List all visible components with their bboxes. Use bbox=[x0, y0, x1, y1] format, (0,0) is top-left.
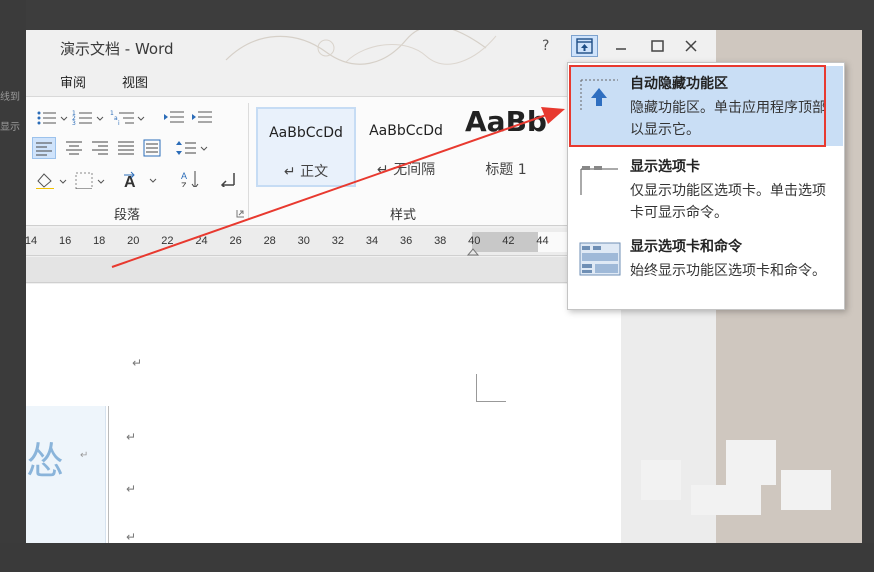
svg-text:Z: Z bbox=[181, 181, 187, 187]
tab-review[interactable]: 审阅 bbox=[60, 72, 86, 91]
text-box-paragraph-mark: ↵ bbox=[80, 450, 89, 461]
help-button[interactable]: ? bbox=[542, 38, 549, 54]
decrease-indent-icon[interactable] bbox=[162, 109, 186, 127]
style-heading-1-sample: AaBb bbox=[465, 105, 547, 138]
style-no-spacing[interactable]: AaBbCcDd ↵ 无间隔 bbox=[356, 107, 456, 187]
maximize-button[interactable] bbox=[644, 35, 670, 57]
paragraph-mark: ↵ bbox=[126, 482, 137, 496]
ruler-tick-label: 40 bbox=[468, 235, 481, 247]
ribbon-display-options-button[interactable] bbox=[571, 35, 598, 57]
minimize-icon bbox=[616, 48, 626, 50]
tab-view[interactable]: 视图 bbox=[122, 72, 148, 91]
align-right-icon[interactable] bbox=[90, 139, 112, 157]
page-corner-mark bbox=[476, 374, 506, 402]
style-heading-1[interactable]: AaBb 标题 1 bbox=[456, 105, 556, 187]
shading-icon[interactable] bbox=[34, 171, 70, 189]
show-paragraph-marks-icon[interactable] bbox=[216, 169, 240, 187]
menu-item-show-tabs-desc: 仅显示功能区选项卡。单击选项卡可显示命令。 bbox=[630, 183, 826, 221]
bullets-icon[interactable] bbox=[36, 109, 70, 127]
text-box-character: 怂 bbox=[26, 439, 65, 483]
sort-icon[interactable]: A Z bbox=[180, 169, 204, 187]
left-strip-text-1: 线到 bbox=[0, 92, 20, 103]
svg-text:i: i bbox=[118, 120, 120, 127]
outer-bottom-bar bbox=[0, 543, 874, 572]
line-spacing-icon[interactable] bbox=[176, 139, 210, 157]
outer-top-bar bbox=[0, 0, 874, 30]
distributed-icon[interactable] bbox=[142, 139, 164, 157]
menu-item-show-tabs[interactable]: 显示选项卡 仅显示功能区选项卡。单击选项卡可显示命令。 bbox=[569, 149, 843, 229]
ruler-tick-label: 36 bbox=[399, 235, 413, 247]
menu-item-show-tabs-title: 显示选项卡 bbox=[630, 159, 700, 175]
numbering-icon[interactable]: 123 bbox=[72, 109, 106, 127]
ruler-tick-label: 44 bbox=[536, 235, 549, 247]
ruler-tick-label: 22 bbox=[161, 235, 174, 247]
style-no-spacing-name: ↵ 无间隔 bbox=[376, 162, 436, 178]
style-no-spacing-sample: AaBbCcDd bbox=[369, 123, 443, 139]
blurred-region bbox=[621, 440, 862, 540]
svg-text:A: A bbox=[181, 171, 187, 181]
styles-gallery: AaBbCcDd ↵ 正文 AaBbCcDd ↵ 无间隔 AaBb 标题 1 bbox=[256, 105, 556, 187]
styles-group-label: 样式 bbox=[390, 208, 417, 223]
align-left-button[interactable] bbox=[32, 137, 56, 159]
ruler-tick-label: 42 bbox=[502, 235, 515, 247]
text-box-edge bbox=[108, 406, 109, 543]
paragraph-dialog-launcher-icon[interactable] bbox=[236, 209, 245, 218]
ribbon-display-options-menu: 自动隐藏功能区 隐藏功能区。单击应用程序顶部以显示它。 显示选项卡 仅显示功能区… bbox=[567, 62, 845, 310]
left-strip-text-2: 显示 bbox=[0, 122, 20, 133]
ruler-tick-label: 24 bbox=[195, 235, 208, 247]
window-title: 演示文档 - Word bbox=[60, 40, 174, 58]
borders-icon[interactable] bbox=[74, 171, 108, 189]
align-left-icon bbox=[36, 142, 52, 156]
style-normal[interactable]: AaBbCcDd ↵ 正文 bbox=[256, 107, 356, 187]
ruler-tick-label: 34 bbox=[365, 235, 379, 247]
menu-item-show-tabs-commands-title: 显示选项卡和命令 bbox=[630, 239, 742, 255]
ruler-tick-label: 30 bbox=[297, 235, 310, 247]
menu-item-show-tabs-commands-desc: 始终显示功能区选项卡和命令。 bbox=[630, 263, 826, 279]
paragraph-mark: ↵ bbox=[126, 430, 137, 444]
style-normal-name: ↵ 正文 bbox=[283, 164, 329, 180]
highlight-frame bbox=[569, 65, 826, 147]
show-tabs-commands-icon bbox=[579, 242, 621, 276]
svg-text:A: A bbox=[124, 174, 136, 187]
show-tabs-icon bbox=[580, 166, 618, 195]
ruler-tick-label: 38 bbox=[434, 235, 447, 247]
ruler-tick-label: 28 bbox=[263, 235, 276, 247]
close-button[interactable] bbox=[678, 35, 704, 57]
menu-item-show-tabs-and-commands[interactable]: 显示选项卡和命令 始终显示功能区选项卡和命令。 bbox=[569, 229, 843, 309]
ribbon-separator bbox=[248, 103, 249, 219]
svg-text:3: 3 bbox=[72, 120, 76, 127]
chinese-layout-icon[interactable]: A bbox=[122, 169, 164, 187]
ruler-tick-label: 26 bbox=[229, 235, 242, 247]
paragraph-mark: ↵ bbox=[126, 530, 137, 543]
ruler-tick-label: 32 bbox=[331, 235, 345, 247]
style-normal-sample: AaBbCcDd bbox=[269, 125, 343, 141]
close-icon bbox=[685, 40, 697, 52]
maximize-icon bbox=[651, 40, 664, 52]
paragraph-group-label: 段落 bbox=[114, 208, 141, 223]
document-page[interactable]: ↵ ↵ ↵ ↵ 怂 ↵ bbox=[26, 284, 621, 543]
align-center-icon[interactable] bbox=[64, 139, 86, 157]
minimize-button[interactable] bbox=[608, 35, 634, 57]
ruler-tick-label: 18 bbox=[93, 235, 106, 247]
ribbon-display-options-icon bbox=[576, 38, 593, 54]
title-bar: 演示文档 - Word ? bbox=[26, 30, 716, 66]
style-heading-1-name: 标题 1 bbox=[485, 162, 527, 178]
justify-icon[interactable] bbox=[116, 139, 138, 157]
multilevel-list-icon[interactable]: 1ai bbox=[110, 109, 150, 127]
ruler-tick-label: 14 bbox=[26, 235, 38, 247]
increase-indent-icon[interactable] bbox=[190, 109, 214, 127]
document-text-box[interactable]: 怂 ↵ bbox=[26, 406, 106, 543]
left-background-strip: 线到 显示 bbox=[0, 0, 26, 572]
ruler-tick-label: 20 bbox=[127, 235, 140, 247]
ruler-tick-label: 16 bbox=[58, 235, 72, 247]
paragraph-mark: ↵ bbox=[132, 356, 143, 370]
indent-marker-icon[interactable] bbox=[467, 247, 479, 256]
